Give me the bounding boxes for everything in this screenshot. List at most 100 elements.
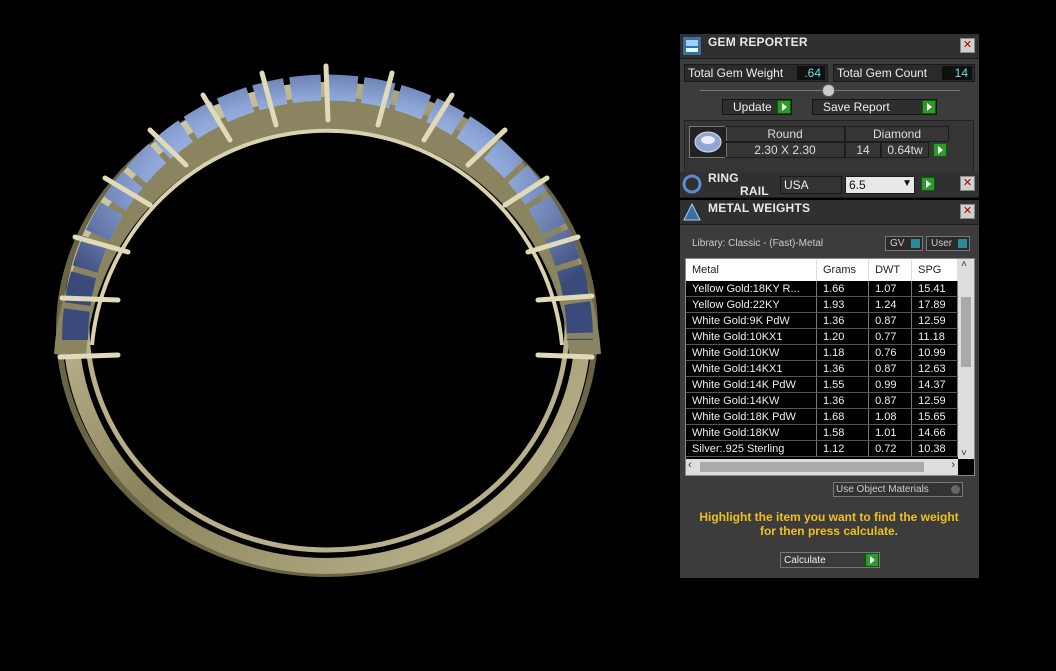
play-icon[interactable] [921, 177, 935, 191]
table-cell: Yellow Gold:18KY R... [686, 281, 817, 297]
table-cell: 1.12 [816, 440, 870, 457]
column-header[interactable]: DWT [868, 259, 913, 281]
table-cell: 0.76 [868, 344, 913, 361]
table-row[interactable]: White Gold:14KX1 1.36 0.87 12.63 [686, 360, 958, 377]
update-label: Update [733, 100, 772, 114]
table-cell: 1.66 [816, 281, 870, 297]
metal-weights-titlebar[interactable]: METAL WEIGHTS ✕ [680, 200, 979, 225]
3d-viewport[interactable] [0, 0, 670, 666]
table-row[interactable]: White Gold:9K PdW 1.36 0.87 12.59 [686, 312, 958, 329]
save-report-button[interactable]: Save Report [812, 99, 937, 115]
table-cell: 1.36 [816, 360, 870, 377]
table-cell: 11.18 [911, 328, 958, 345]
scrollbar-thumb[interactable] [700, 462, 924, 472]
table-cell: White Gold:9K PdW [686, 312, 817, 329]
table-cell: 1.58 [816, 424, 870, 441]
table-row[interactable]: White Gold:18K PdW 1.68 1.08 15.65 [686, 408, 958, 425]
metal-weights-icon [683, 202, 701, 221]
ring-icon [682, 174, 702, 194]
table-row[interactable]: White Gold:10KX1 1.20 0.77 11.18 [686, 328, 958, 345]
table-cell: 12.59 [911, 392, 958, 409]
close-icon[interactable]: ✕ [960, 176, 975, 191]
ring-size-value: 6.5 [849, 178, 866, 192]
radio-icon [951, 485, 960, 494]
table-row[interactable]: White Gold:14K PdW 1.55 0.99 14.37 [686, 376, 958, 393]
table-cell: 14.66 [911, 424, 958, 441]
scrollbar-thumb[interactable] [961, 297, 971, 367]
table-cell: 12.63 [911, 360, 958, 377]
table-cell: White Gold:18KW [686, 424, 817, 441]
save-report-label: Save Report [823, 100, 890, 114]
table-cell: 1.01 [868, 424, 913, 441]
metal-weights-table: Metal Grams DWT SPG Yellow Gold:18KY R... 1.… [686, 259, 958, 457]
ring-rail-title-line1: RING [708, 171, 739, 185]
play-icon [777, 100, 791, 114]
use-object-materials-label: Use Object Materials [836, 484, 929, 495]
table-row[interactable]: Yellow Gold:22KY 1.93 1.24 17.89 [686, 296, 958, 313]
table-row[interactable]: Silver:.925 Sterling 1.12 0.72 10.38 [686, 440, 958, 457]
user-indicator [958, 239, 967, 248]
gv-toggle[interactable]: GV [885, 236, 923, 251]
scroll-up-icon[interactable]: ˄ [961, 259, 967, 270]
region-value: USA [784, 178, 809, 192]
table-cell: 0.87 [868, 392, 913, 409]
close-icon[interactable]: ✕ [960, 38, 975, 53]
region-select[interactable]: USA [780, 176, 842, 194]
total-gem-count-field: Total Gem Count 14 [833, 64, 975, 82]
table-row[interactable]: Yellow Gold:18KY R... 1.66 1.07 15.41 [686, 281, 958, 297]
play-icon [865, 553, 879, 567]
table-cell: Yellow Gold:22KY [686, 296, 817, 313]
table-cell: 10.38 [911, 440, 958, 457]
slider-handle[interactable] [822, 84, 835, 97]
ring-rail-titlebar[interactable]: RING RAIL USA 6.5 ▼ ✕ [680, 172, 979, 198]
column-header[interactable]: SPG [911, 259, 958, 281]
ring-rail-panel: RING RAIL USA 6.5 ▼ ✕ [680, 172, 979, 198]
table-cell: 15.65 [911, 408, 958, 425]
table-cell: 12.59 [911, 312, 958, 329]
table-cell: White Gold:14KX1 [686, 360, 817, 377]
close-icon[interactable]: ✕ [960, 204, 975, 219]
table-cell: 1.55 [816, 376, 870, 393]
hint-text: Highlight the item you want to find the … [699, 510, 959, 538]
vertical-scrollbar[interactable]: ˄ ˅ [958, 259, 974, 459]
calculate-button[interactable]: Calculate [780, 552, 880, 568]
total-gem-weight-value: .64 [797, 66, 825, 80]
calculate-label: Calculate [784, 555, 826, 566]
table-cell: 1.36 [816, 392, 870, 409]
table-row[interactable]: White Gold:14KW 1.36 0.87 12.59 [686, 392, 958, 409]
ring-rail-title-line2: RAIL [740, 184, 769, 198]
play-icon[interactable] [933, 143, 947, 157]
use-object-materials-toggle[interactable]: Use Object Materials [833, 482, 963, 497]
gem-reporter-titlebar[interactable]: GEM REPORTER ✕ [680, 34, 979, 59]
horizontal-scrollbar[interactable]: ‹ › [686, 459, 958, 475]
gem-reporter-panel: GEM REPORTER ✕ Total Gem Weight .64 Tota… [680, 34, 979, 174]
table-row[interactable]: White Gold:18KW 1.58 1.01 14.66 [686, 424, 958, 441]
table-cell: 0.87 [868, 312, 913, 329]
total-gem-weight-field: Total Gem Weight .64 [684, 64, 828, 82]
play-icon [922, 100, 936, 114]
table-row[interactable]: White Gold:10KW 1.18 0.76 10.99 [686, 344, 958, 361]
table-cell: 0.77 [868, 328, 913, 345]
gem-reporter-title: GEM REPORTER [708, 35, 808, 49]
user-toggle[interactable]: User [926, 236, 970, 251]
metal-table-viewport: Metal Grams DWT SPG Yellow Gold:18KY R... 1.… [686, 259, 958, 459]
table-cell: 1.68 [816, 408, 870, 425]
column-header[interactable]: Metal [686, 259, 817, 281]
table-cell: 1.24 [868, 296, 913, 313]
gv-label: GV [890, 238, 905, 249]
table-cell: 1.93 [816, 296, 870, 313]
scroll-down-icon[interactable]: ˅ [961, 448, 967, 459]
scroll-right-icon[interactable]: › [951, 459, 955, 471]
gem-row[interactable]: Round 2.30 X 2.30 Diamond 14 0.64tw [684, 120, 974, 174]
gem-material: Diamond [845, 126, 949, 142]
table-cell: 1.08 [868, 408, 913, 425]
table-cell: 15.41 [911, 281, 958, 297]
gem-reporter-icon [683, 37, 701, 55]
update-button[interactable]: Update [722, 99, 792, 115]
column-header[interactable]: Grams [816, 259, 870, 281]
table-cell: White Gold:10KX1 [686, 328, 817, 345]
scroll-left-icon[interactable]: ‹ [688, 459, 692, 471]
table-cell: 1.07 [868, 281, 913, 297]
user-label: User [931, 238, 953, 249]
ring-size-select[interactable]: 6.5 ▼ [845, 176, 915, 194]
